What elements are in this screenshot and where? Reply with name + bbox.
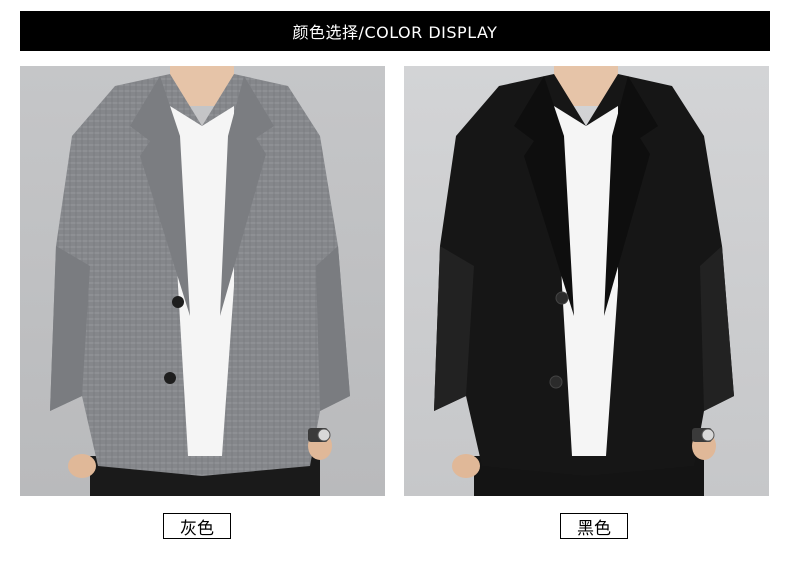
color-label-black: 黑色 bbox=[560, 513, 628, 539]
section-header-bar: 颜色选择/COLOR DISPLAY bbox=[20, 11, 770, 51]
color-label-grey: 灰色 bbox=[163, 513, 231, 539]
black-jacket-photo bbox=[404, 66, 769, 496]
grey-jacket-photo bbox=[20, 66, 385, 496]
section-title: 颜色选择/COLOR DISPLAY bbox=[292, 23, 498, 42]
color-label-black-text: 黑色 bbox=[577, 518, 611, 539]
color-label-grey-text: 灰色 bbox=[180, 518, 214, 539]
